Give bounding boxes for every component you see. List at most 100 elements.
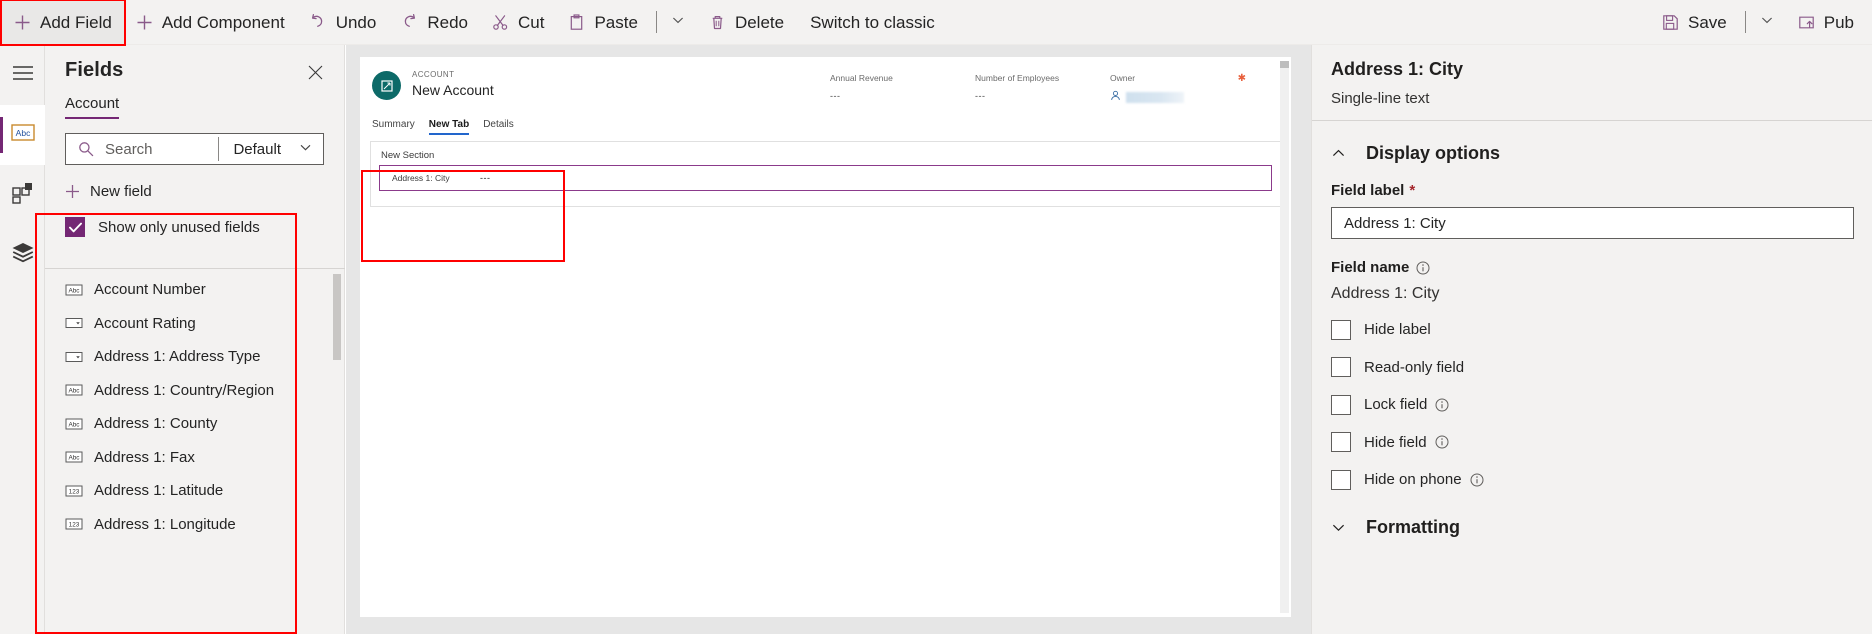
list-item[interactable]: Abc Address 1: County xyxy=(45,407,345,441)
svg-text:Abc: Abc xyxy=(68,388,80,395)
list-item[interactable]: Account Rating xyxy=(45,307,345,341)
form-field-address1-city[interactable]: Address 1: City --- xyxy=(379,165,1272,191)
tab-new-tab[interactable]: New Tab xyxy=(428,119,470,135)
list-item[interactable]: 123 Address 1: Latitude xyxy=(45,474,345,508)
option-set-icon xyxy=(65,316,83,330)
plus-icon xyxy=(136,14,153,31)
command-bar-left-group: Add Field Add Component Undo Redo Cut Pa… xyxy=(0,0,949,46)
tab-account[interactable]: Account xyxy=(65,95,120,119)
abc-box-icon: Abc xyxy=(10,123,35,147)
page-title: Fields xyxy=(65,59,124,81)
form-section[interactable]: New Section Address 1: City --- xyxy=(370,141,1281,207)
info-icon[interactable] xyxy=(1435,398,1449,412)
delete-button[interactable]: Delete xyxy=(697,0,796,44)
new-field-button[interactable]: New field xyxy=(65,177,344,205)
close-panel-button[interactable] xyxy=(302,59,328,85)
save-icon xyxy=(1662,14,1679,31)
field-label: Account Number xyxy=(94,281,206,299)
required-asterisk: * xyxy=(1409,182,1416,199)
read-only-field-checkbox[interactable]: Read-only field xyxy=(1331,349,1854,387)
components-grid-icon xyxy=(11,182,34,209)
lock-field-checkbox[interactable]: Lock field xyxy=(1331,386,1854,424)
cut-button[interactable]: Cut xyxy=(480,0,556,44)
number-icon: 123 xyxy=(65,484,83,498)
formatting-heading: Formatting xyxy=(1366,517,1460,537)
rail-item-components[interactable] xyxy=(0,165,45,225)
add-field-label: Add Field xyxy=(40,12,112,32)
field-label-caption: Field label * xyxy=(1331,182,1854,199)
info-icon[interactable] xyxy=(1435,435,1449,449)
field-label: Annual Revenue xyxy=(830,73,893,83)
field-name-caption-text: Field name xyxy=(1331,259,1410,276)
header-field-number-of-employees[interactable]: Number of Employees --- xyxy=(975,72,1110,106)
scrollbar-thumb[interactable] xyxy=(1280,61,1289,68)
fields-panel: Fields Account Default xyxy=(35,45,345,634)
chevron-down-icon xyxy=(299,141,312,158)
list-item[interactable]: Address 1: Address Type xyxy=(45,340,345,374)
show-only-unused-fields-checkbox[interactable]: Show only unused fields xyxy=(45,205,344,249)
paste-options-chevron[interactable] xyxy=(659,0,697,44)
chevron-down-icon xyxy=(671,13,685,32)
field-value: --- xyxy=(830,91,841,101)
record-identity: ACCOUNT New Account xyxy=(360,69,830,106)
info-icon[interactable] xyxy=(1416,261,1430,275)
section-host: New Section Address 1: City --- xyxy=(370,141,1281,207)
list-item[interactable]: Abc Address 1: Fax xyxy=(45,441,345,475)
fields-list-scrollbar[interactable] xyxy=(332,274,342,629)
command-bar-right-group: Save Pub xyxy=(1650,0,1872,45)
hide-label-text: Hide label xyxy=(1364,321,1431,339)
search-container xyxy=(66,134,219,164)
list-item[interactable]: 123 Address 1: Longitude xyxy=(45,508,345,542)
hide-on-phone-checkbox[interactable]: Hide on phone xyxy=(1331,461,1854,499)
scrollbar-thumb[interactable] xyxy=(333,274,341,360)
switch-to-classic-button[interactable]: Switch to classic xyxy=(796,0,949,44)
abc-text-icon: Abc xyxy=(65,283,83,297)
fields-list-container: Abc Account Number Account Rating Addres… xyxy=(45,268,345,634)
display-options-accordion[interactable]: Display options xyxy=(1331,130,1854,176)
rail-item-layers[interactable] xyxy=(0,225,45,285)
list-item[interactable]: Abc Account Number xyxy=(45,273,345,307)
save-separator xyxy=(1744,11,1746,33)
view-selector-label: Default xyxy=(233,140,281,158)
field-label-input[interactable] xyxy=(1342,213,1843,233)
tab-details[interactable]: Details xyxy=(483,119,514,135)
plus-icon xyxy=(14,14,31,31)
field-label: Address 1: Country/Region xyxy=(94,381,275,399)
chevron-down-icon xyxy=(1760,13,1774,32)
undo-button[interactable]: Undo xyxy=(297,0,389,44)
hide-field-checkbox[interactable]: Hide field xyxy=(1331,424,1854,462)
close-icon xyxy=(308,65,322,79)
undo-label: Undo xyxy=(335,12,377,32)
show-only-unused-fields-label: Show only unused fields xyxy=(98,218,260,236)
formatting-accordion[interactable]: Formatting xyxy=(1331,505,1854,551)
record-title-block: ACCOUNT New Account xyxy=(412,69,494,99)
publish-button[interactable]: Pub xyxy=(1786,0,1866,44)
header-field-annual-revenue[interactable]: Annual Revenue --- xyxy=(830,72,975,106)
canvas-scrollbar[interactable] xyxy=(1280,61,1289,613)
rail-item-hamburger[interactable] xyxy=(0,45,45,105)
list-item[interactable]: Abc Address 1: Country/Region xyxy=(45,374,345,408)
redo-button[interactable]: Redo xyxy=(388,0,480,44)
field-label-input-wrapper xyxy=(1331,207,1854,239)
add-field-button[interactable]: Add Field xyxy=(0,0,126,46)
header-field-owner[interactable]: Owner ✱ xyxy=(1110,72,1260,106)
field-label: Number of Employees xyxy=(975,73,1060,83)
form-tabs: Summary New Tab Details xyxy=(360,106,1291,135)
chevron-down-icon xyxy=(1331,520,1357,535)
layers-stack-icon xyxy=(11,242,35,269)
paste-button[interactable]: Paste xyxy=(556,0,649,44)
save-button[interactable]: Save xyxy=(1650,0,1739,44)
owner-name-redacted xyxy=(1126,91,1184,103)
rail-item-fields[interactable]: Abc xyxy=(0,105,45,165)
save-label: Save xyxy=(1688,12,1727,32)
view-selector-dropdown[interactable]: Default xyxy=(219,134,323,164)
search-input[interactable] xyxy=(103,139,219,159)
tab-summary[interactable]: Summary xyxy=(372,119,415,135)
fields-panel-header: Fields xyxy=(45,45,344,85)
save-options-chevron[interactable] xyxy=(1748,0,1786,44)
hide-label-checkbox[interactable]: Hide label xyxy=(1331,311,1854,349)
add-component-button[interactable]: Add Component xyxy=(124,0,297,44)
info-icon[interactable] xyxy=(1470,473,1484,487)
svg-text:123: 123 xyxy=(69,488,80,495)
entity-label: ACCOUNT xyxy=(412,70,455,79)
